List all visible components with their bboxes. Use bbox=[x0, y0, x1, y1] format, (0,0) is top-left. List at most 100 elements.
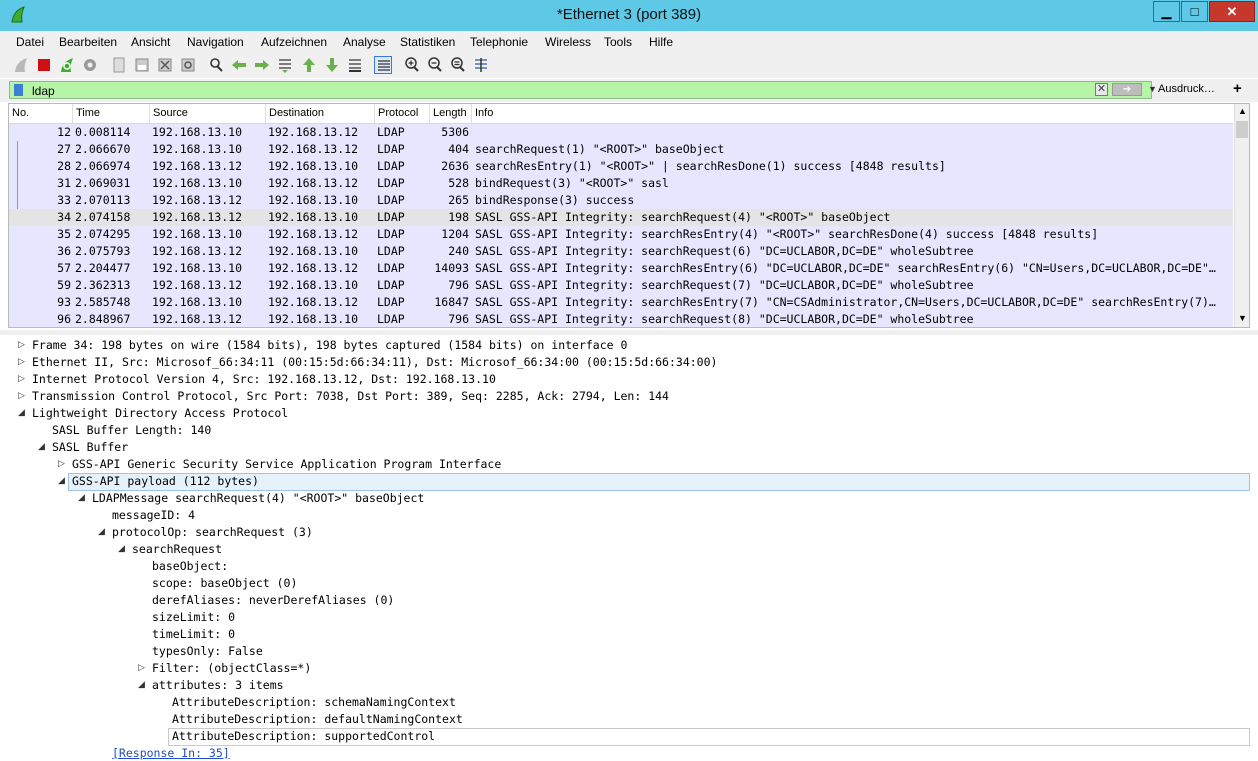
menu-wireless[interactable]: Wireless bbox=[545, 35, 591, 49]
stop-square-icon[interactable] bbox=[35, 56, 53, 74]
tree-item[interactable]: derefAliases: neverDerefAliases (0) bbox=[8, 592, 1250, 609]
menu-tools[interactable]: Tools bbox=[604, 35, 632, 49]
column-header-info[interactable]: Info bbox=[472, 104, 1233, 123]
column-header-length[interactable]: Length bbox=[430, 104, 472, 123]
tree-item[interactable]: sizeLimit: 0 bbox=[8, 609, 1250, 626]
close-button[interactable]: ✕ bbox=[1209, 1, 1255, 22]
table-row[interactable]: 33 2.070113 192.168.13.12 192.168.13.10 LDAP… bbox=[9, 192, 1233, 209]
menu-bearbeiten[interactable]: Bearbeiten bbox=[59, 35, 117, 49]
table-row[interactable]: 34 2.074158 192.168.13.12 192.168.13.10 LDAP… bbox=[9, 209, 1233, 226]
zoom-normal-icon[interactable] bbox=[449, 56, 467, 74]
tree-item[interactable]: ▷ Ethernet II, Src: Microsof_66:34:11 (00… bbox=[8, 354, 1250, 371]
menu-telephonie[interactable]: Telephonie bbox=[470, 35, 528, 49]
tree-item[interactable]: AttributeDescription: schemaNamingContex… bbox=[8, 694, 1250, 711]
tree-item[interactable]: typesOnly: False bbox=[8, 643, 1250, 660]
tree-item[interactable]: scope: baseObject (0) bbox=[8, 575, 1250, 592]
collapsed-arrow-icon[interactable]: ▷ bbox=[138, 660, 148, 677]
table-row[interactable]: 31 2.069031 192.168.13.10 192.168.13.12 LDAP… bbox=[9, 175, 1233, 192]
bookmark-icon[interactable] bbox=[14, 84, 23, 96]
tree-item[interactable]: ◢ GSS-API payload (112 bytes) bbox=[8, 473, 1250, 491]
collapsed-arrow-icon[interactable]: ▷ bbox=[18, 337, 28, 354]
reload-file-icon[interactable] bbox=[179, 56, 197, 74]
column-header-protocol[interactable]: Protocol bbox=[375, 104, 430, 123]
table-row[interactable]: 36 2.075793 192.168.13.12 192.168.13.10 LDAP… bbox=[9, 243, 1233, 260]
menu-aufzeichnen[interactable]: Aufzeichnen bbox=[261, 35, 327, 49]
zoom-in-icon[interactable] bbox=[403, 56, 421, 74]
tree-item[interactable]: ◢ searchRequest bbox=[8, 541, 1250, 558]
collapsed-arrow-icon[interactable]: ▷ bbox=[18, 371, 28, 388]
tree-item[interactable]: ▷ Internet Protocol Version 4, Src: 192.1… bbox=[8, 371, 1250, 388]
tree-item[interactable]: ▷ Transmission Control Protocol, Src Port… bbox=[8, 388, 1250, 405]
expanded-arrow-icon[interactable]: ◢ bbox=[78, 490, 88, 507]
scroll-down-arrow-icon[interactable]: ▼ bbox=[1238, 313, 1247, 323]
collapsed-arrow-icon[interactable]: ▷ bbox=[18, 354, 28, 371]
tree-item[interactable]: ◢ LDAPMessage searchRequest(4) "<ROOT>" b… bbox=[8, 490, 1250, 507]
packet-details-tree[interactable]: ▷ Frame 34: 198 bytes on wire (1584 bits)… bbox=[8, 335, 1252, 761]
go-to-packet-icon[interactable] bbox=[276, 56, 294, 74]
go-back-icon[interactable] bbox=[230, 56, 248, 74]
apply-filter-arrow-icon[interactable]: ➔ bbox=[1112, 83, 1142, 96]
expanded-arrow-icon[interactable]: ◢ bbox=[138, 677, 148, 694]
table-row[interactable]: 28 2.066974 192.168.13.12 192.168.13.10 LDAP… bbox=[9, 158, 1233, 175]
table-row[interactable]: 57 2.204477 192.168.13.10 192.168.13.12 LDAP… bbox=[9, 260, 1233, 277]
tree-item[interactable]: ▷ GSS-API Generic Security Service Applic… bbox=[8, 456, 1250, 473]
find-packet-icon[interactable] bbox=[207, 56, 225, 74]
scroll-up-arrow-icon[interactable]: ▲ bbox=[1238, 106, 1247, 116]
tree-item[interactable]: ▷ Filter: (objectClass=*) bbox=[8, 660, 1250, 677]
maximize-button[interactable]: □ bbox=[1181, 1, 1208, 22]
column-header-no[interactable]: No. bbox=[9, 104, 73, 123]
colorize-list-icon[interactable] bbox=[374, 56, 392, 74]
tree-item[interactable]: [Response In: 35] bbox=[8, 745, 1250, 761]
menu-navigation[interactable]: Navigation bbox=[187, 35, 244, 49]
packet-list-scrollbar[interactable]: ▲ ▼ bbox=[1234, 104, 1249, 327]
menu-hilfe[interactable]: Hilfe bbox=[649, 35, 673, 49]
packet-list[interactable]: No. Time Source Destination Protocol Len… bbox=[8, 103, 1250, 328]
column-header-time[interactable]: Time bbox=[73, 104, 150, 123]
expanded-arrow-icon[interactable]: ◢ bbox=[38, 439, 48, 456]
save-file-icon[interactable] bbox=[133, 56, 151, 74]
table-row[interactable]: 12 0.008114 192.168.13.10 192.168.13.12 LDAP… bbox=[9, 124, 1233, 141]
expanded-arrow-icon[interactable]: ◢ bbox=[18, 405, 28, 422]
minimize-button[interactable]: ▁ bbox=[1153, 1, 1180, 22]
tree-item[interactable]: ▷ Frame 34: 198 bytes on wire (1584 bits)… bbox=[8, 337, 1250, 354]
go-forward-icon[interactable] bbox=[253, 56, 271, 74]
autoscroll-icon[interactable] bbox=[346, 56, 364, 74]
expanded-arrow-icon[interactable]: ◢ bbox=[98, 524, 108, 541]
table-row[interactable]: 27 2.066670 192.168.13.10 192.168.13.12 LDAP… bbox=[9, 141, 1233, 158]
tree-item[interactable]: SASL Buffer Length: 140 bbox=[8, 422, 1250, 439]
open-file-icon[interactable] bbox=[110, 56, 128, 74]
table-row[interactable]: 59 2.362313 192.168.13.12 192.168.13.10 LDAP… bbox=[9, 277, 1233, 294]
close-file-icon[interactable] bbox=[156, 56, 174, 74]
expression-button[interactable]: Ausdruck… bbox=[1158, 83, 1215, 95]
tree-item[interactable]: ◢ attributes: 3 items bbox=[8, 677, 1250, 694]
clear-filter-icon[interactable]: ✕ bbox=[1095, 83, 1108, 96]
menu-analyse[interactable]: Analyse bbox=[343, 35, 386, 49]
tree-item[interactable]: ◢ Lightweight Directory Access Protocol bbox=[8, 405, 1250, 422]
column-header-destination[interactable]: Destination bbox=[266, 104, 375, 123]
capture-options-gear-icon[interactable] bbox=[81, 56, 99, 74]
go-last-icon[interactable] bbox=[323, 56, 341, 74]
display-filter-value[interactable]: ldap bbox=[32, 84, 55, 98]
collapsed-arrow-icon[interactable]: ▷ bbox=[58, 456, 68, 473]
scrollbar-thumb[interactable] bbox=[1236, 121, 1248, 138]
collapsed-arrow-icon[interactable]: ▷ bbox=[18, 388, 28, 405]
table-row[interactable]: 93 2.585748 192.168.13.10 192.168.13.12 LDAP… bbox=[9, 294, 1233, 311]
zoom-out-icon[interactable] bbox=[426, 56, 444, 74]
restart-capture-icon[interactable] bbox=[58, 56, 76, 74]
table-row[interactable]: 96 2.848967 192.168.13.12 192.168.13.10 LDAP… bbox=[9, 311, 1233, 327]
column-header-source[interactable]: Source bbox=[150, 104, 266, 123]
tree-item[interactable]: ◢ SASL Buffer bbox=[8, 439, 1250, 456]
shark-fin-start-icon[interactable] bbox=[12, 56, 30, 74]
resize-columns-icon[interactable] bbox=[472, 56, 490, 74]
menu-statistiken[interactable]: Statistiken bbox=[400, 35, 455, 49]
expanded-arrow-icon[interactable]: ◢ bbox=[118, 541, 128, 558]
go-first-icon[interactable] bbox=[300, 56, 318, 74]
tree-item[interactable]: AttributeDescription: supportedControl bbox=[8, 728, 1250, 746]
tree-item[interactable]: baseObject: bbox=[8, 558, 1250, 575]
tree-item[interactable]: ◢ protocolOp: searchRequest (3) bbox=[8, 524, 1250, 541]
tree-item[interactable]: timeLimit: 0 bbox=[8, 626, 1250, 643]
menu-ansicht[interactable]: Ansicht bbox=[131, 35, 170, 49]
expanded-arrow-icon[interactable]: ◢ bbox=[58, 473, 68, 490]
display-filter-input[interactable]: ldap ✕ ➔ ▼ bbox=[9, 81, 1157, 99]
menu-datei[interactable]: Datei bbox=[16, 35, 44, 49]
